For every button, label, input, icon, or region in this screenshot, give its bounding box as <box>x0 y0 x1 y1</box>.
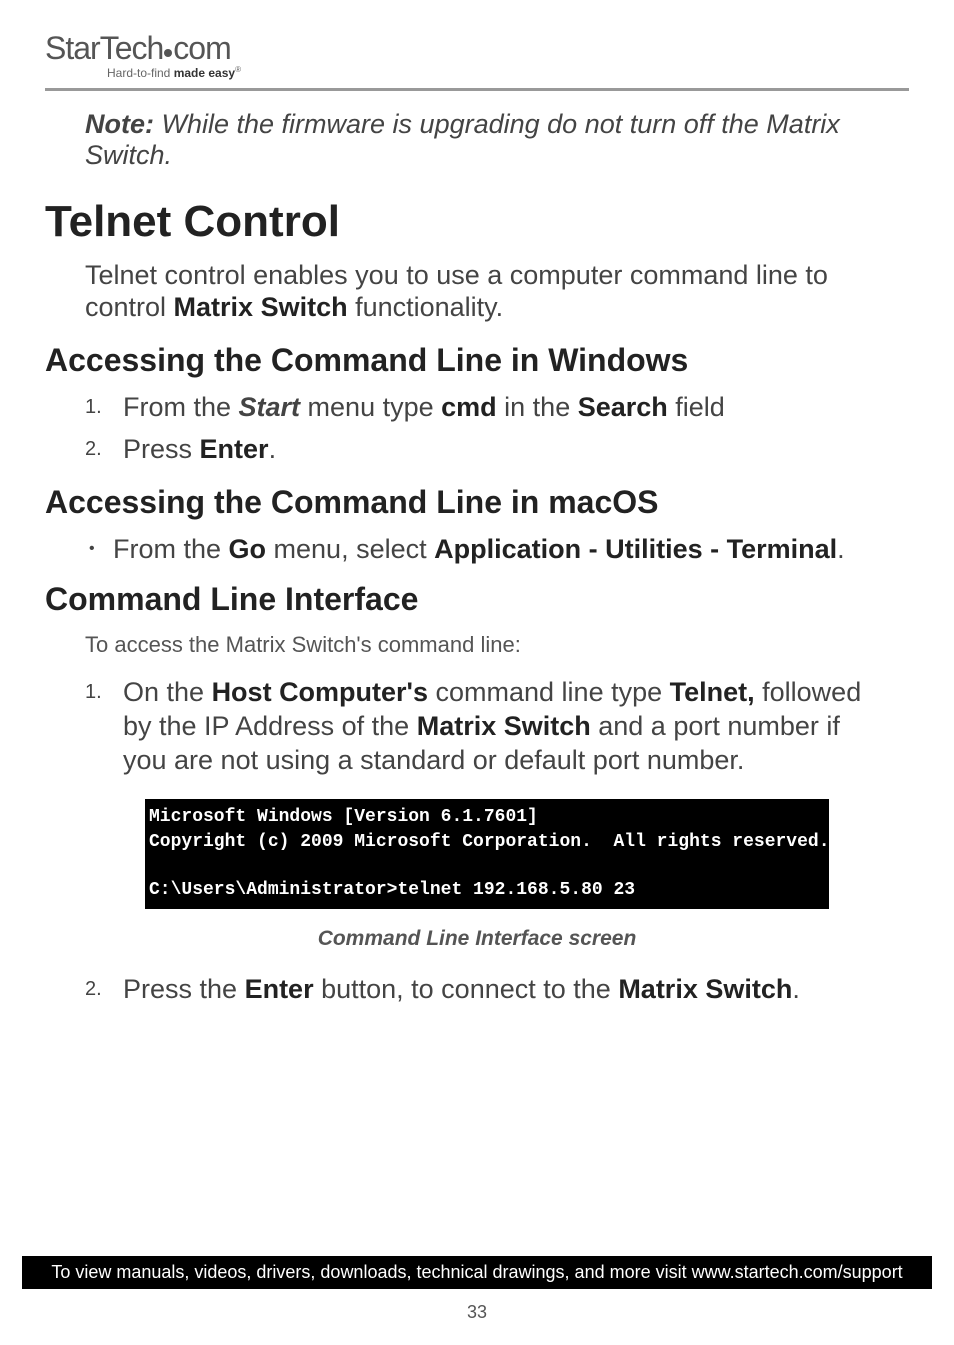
bold-cmd: cmd <box>441 392 497 422</box>
text: menu, select <box>266 534 434 564</box>
cli-caption: Command Line Interface screen <box>85 927 869 951</box>
text: From the <box>113 534 229 564</box>
list-number: 2. <box>85 977 102 1002</box>
bold-enter: Enter <box>200 434 269 464</box>
tagline-bold: made easy <box>174 66 235 80</box>
note-text: While the firmware is upgrading do not t… <box>85 109 840 170</box>
intro-bold: Matrix Switch <box>174 292 348 322</box>
logo: StarTech com Hard-to-find made easy® <box>45 30 909 80</box>
list-item: 2. Press Enter. <box>85 433 869 467</box>
text: menu type <box>300 392 441 422</box>
text: . <box>792 974 800 1004</box>
bold-go: Go <box>229 534 267 564</box>
intro-paragraph: Telnet control enables you to use a comp… <box>85 259 869 324</box>
cli-screenshot: Microsoft Windows [Version 6.1.7601] Cop… <box>145 799 829 908</box>
text: in the <box>497 392 578 422</box>
text: command line type <box>428 677 670 707</box>
text: Press the <box>123 974 245 1004</box>
cli-intro: To access the Matrix Switch's command li… <box>85 632 869 658</box>
text: On the <box>123 677 212 707</box>
note-block: Note: While the firmware is upgrading do… <box>85 109 869 171</box>
bold-matrix: Matrix Switch <box>417 711 591 741</box>
bold-path: Application - Utilities - Terminal <box>434 534 837 564</box>
list-item: 1. On the Host Computer's command line t… <box>85 676 869 777</box>
list-item: From the Go menu, select Application - U… <box>89 533 869 567</box>
text: . <box>837 534 845 564</box>
logo-suffix: com <box>173 30 230 67</box>
list-item: 1. From the Start menu type cmd in the S… <box>85 391 869 425</box>
logo-brand: StarTech com <box>45 30 909 67</box>
list-number: 1. <box>85 680 102 705</box>
logo-prefix: StarTech <box>45 30 163 67</box>
text: Press <box>123 434 200 464</box>
text: From the <box>123 392 239 422</box>
list-item: 2. Press the Enter button, to connect to… <box>85 973 869 1007</box>
heading-windows: Accessing the Command Line in Windows <box>45 342 869 379</box>
tagline-prefix: Hard-to-find <box>107 66 174 80</box>
bold-search: Search <box>578 392 668 422</box>
list-number: 2. <box>85 437 102 462</box>
heading-telnet-control: Telnet Control <box>45 197 869 247</box>
text: field <box>668 392 725 422</box>
windows-list: 1. From the Start menu type cmd in the S… <box>85 391 869 467</box>
registered-mark: ® <box>235 65 241 74</box>
bold-host: Host Computer's <box>212 677 428 707</box>
cli-list-bottom: 2. Press the Enter button, to connect to… <box>85 973 869 1007</box>
bold-matrix: Matrix Switch <box>618 974 792 1004</box>
heading-macos: Accessing the Command Line in macOS <box>45 484 869 521</box>
heading-cli: Command Line Interface <box>45 581 869 618</box>
bold-start: Start <box>239 392 301 422</box>
list-number: 1. <box>85 395 102 420</box>
page-number: 33 <box>0 1302 954 1323</box>
macos-list: From the Go menu, select Application - U… <box>85 533 869 567</box>
text: . <box>269 434 277 464</box>
cli-list-top: 1. On the Host Computer's command line t… <box>85 676 869 777</box>
text: button, to connect to the <box>314 974 619 1004</box>
bold-telnet: Telnet, <box>670 677 755 707</box>
header-divider <box>45 88 909 91</box>
footer-support-bar: To view manuals, videos, drivers, downlo… <box>22 1256 932 1289</box>
logo-dot-icon <box>164 49 172 57</box>
logo-tagline: Hard-to-find made easy® <box>107 65 909 80</box>
bold-enter: Enter <box>245 974 314 1004</box>
note-label: Note: <box>85 109 154 139</box>
intro-post: functionality. <box>348 292 504 322</box>
